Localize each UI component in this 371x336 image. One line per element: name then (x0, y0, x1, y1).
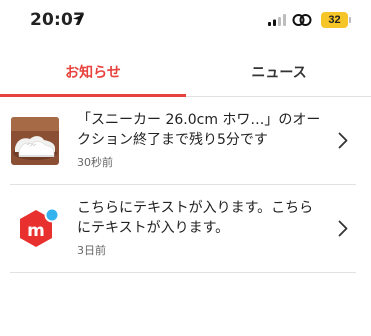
tab-notifications-label: お知らせ (65, 65, 121, 81)
chevron-right-icon (338, 220, 348, 237)
list-divider (10, 272, 356, 273)
notification-time: 3日前 (77, 244, 106, 257)
svg-text:m: m (27, 221, 45, 241)
tab-bar: お知らせ ニュース (0, 50, 371, 97)
tab-news[interactable]: ニュース (186, 50, 371, 96)
status-bar: 20:07 32 (0, 0, 371, 44)
signal-icon (268, 14, 286, 26)
notification-title: こちらにテキストが入ります。こちらにテキストが入ります。 (77, 200, 314, 236)
location-arrow-icon (73, 14, 84, 25)
notification-title: 「スニーカー 26.0cm ホワ…」のオークション終了まで残り5分です (77, 112, 321, 148)
battery-indicator: 32 (321, 12, 348, 28)
notification-time: 30秒前 (77, 156, 113, 169)
notification-item[interactable]: 「スニーカー 26.0cm ホワ…」のオークション終了まで残り5分です 30秒前 (0, 97, 356, 185)
battery-nub (349, 17, 351, 23)
tab-notifications[interactable]: お知らせ (0, 50, 186, 97)
mercari-logo-icon: m (11, 204, 61, 254)
tab-news-label: ニュース (251, 65, 307, 81)
notification-item[interactable]: m こちらにテキストが入ります。こちらにテキストが入ります。 3日前 (0, 185, 356, 273)
link-icon (292, 14, 312, 26)
sneaker-thumbnail (11, 117, 59, 165)
chevron-right-icon (338, 132, 348, 149)
